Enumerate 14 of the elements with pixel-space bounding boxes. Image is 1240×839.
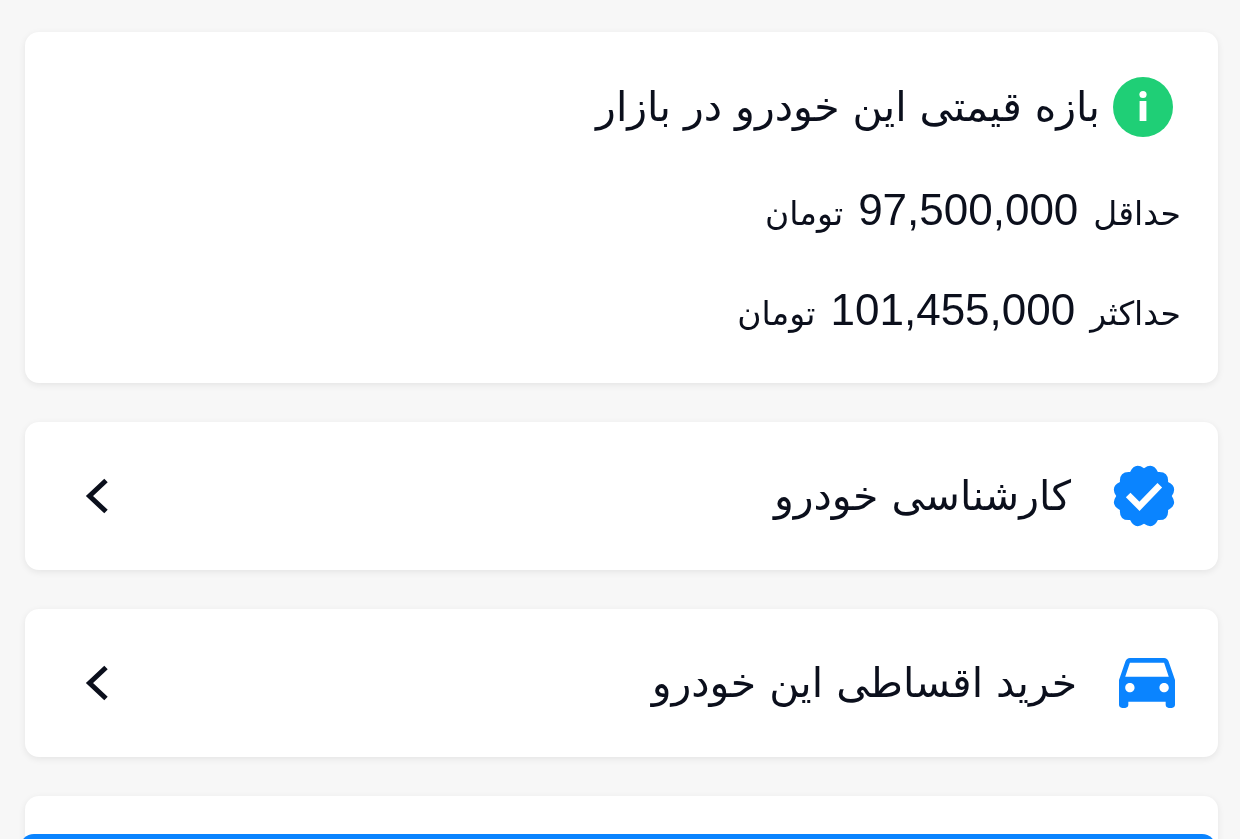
currency-unit: تومان (764, 194, 844, 233)
price-label: حداکثر (1090, 294, 1181, 333)
chevron-left-icon (85, 478, 109, 514)
menu-item[interactable]: کارشناسی خودرو (25, 422, 1218, 570)
car-icon (1119, 658, 1175, 708)
price-label: حداقل (1093, 194, 1181, 233)
verified-badge-icon (1113, 465, 1175, 527)
info-icon (1113, 77, 1173, 137)
menu-item[interactable]: خرید اقساطی این خودرو (25, 609, 1218, 757)
currency-unit: تومان (737, 294, 816, 333)
chevron-left-icon (85, 665, 109, 701)
price-amount: 97,500,000 (858, 185, 1079, 235)
card-title: بازه قیمتی این خودرو در بازار (596, 82, 1100, 133)
price-amount: 101,455,000 (830, 285, 1076, 335)
